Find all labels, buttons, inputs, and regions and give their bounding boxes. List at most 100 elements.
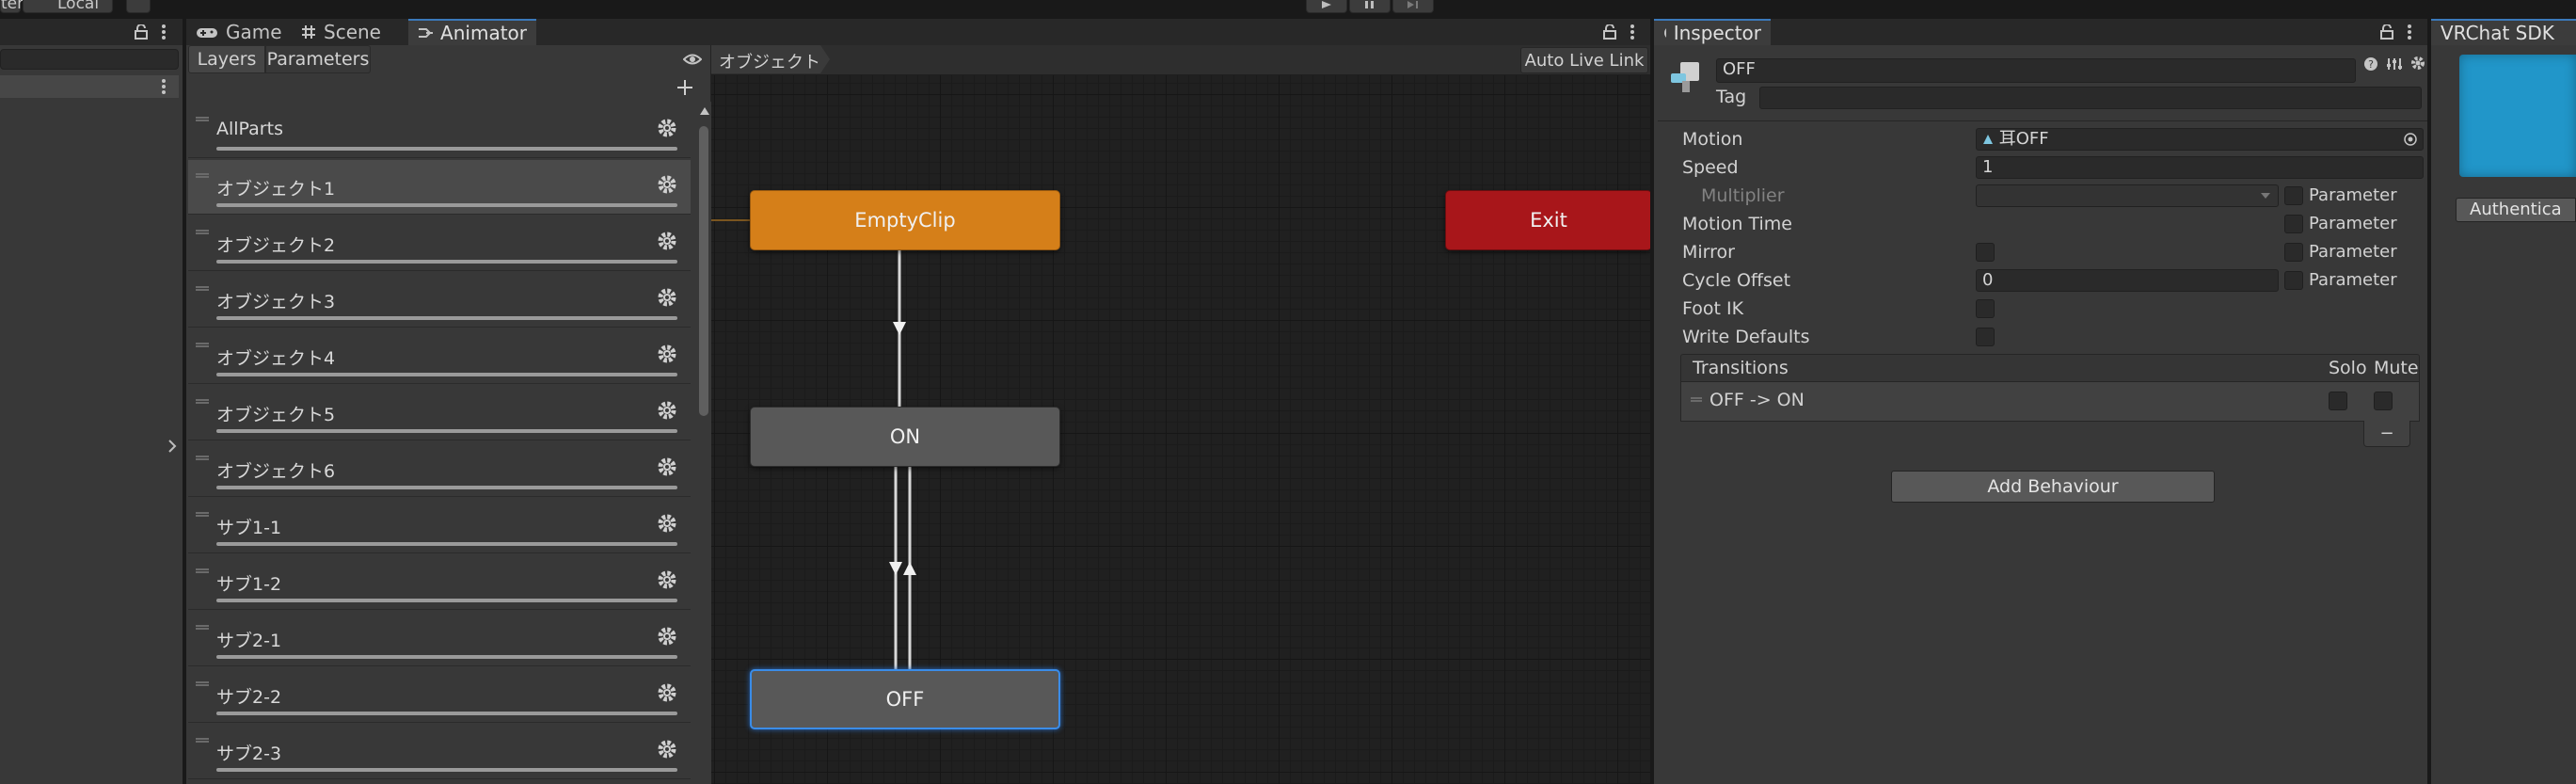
tab-animator[interactable]: Animator <box>408 19 536 45</box>
layer-weight-slider[interactable] <box>216 203 677 207</box>
foot-ik-checkbox[interactable] <box>1976 299 1995 318</box>
layer-weight-slider[interactable] <box>216 260 677 264</box>
layer-settings-gear-icon[interactable] <box>657 344 677 364</box>
layer-weight-slider[interactable] <box>216 712 677 715</box>
toolbar-extra-button[interactable] <box>126 0 151 13</box>
state-off[interactable]: OFF <box>750 669 1060 729</box>
layer-settings-gear-icon[interactable] <box>657 513 677 534</box>
layer-weight-slider[interactable] <box>216 316 677 320</box>
mirror-parameter-checkbox[interactable] <box>2284 243 2303 262</box>
multiplier-parameter-checkbox[interactable] <box>2284 186 2303 205</box>
tab-parameters[interactable]: Parameters <box>265 45 371 73</box>
expand-chevron-icon[interactable] <box>167 439 177 454</box>
layer-item[interactable]: オブジェクト2 <box>188 216 691 271</box>
auto-live-link-button[interactable]: Auto Live Link <box>1520 47 1648 73</box>
breadcrumb-item[interactable]: オブジェクト1 <box>711 45 820 93</box>
layer-settings-gear-icon[interactable] <box>657 569 677 590</box>
layer-item[interactable]: オブジェクト3 <box>188 273 691 328</box>
drag-handle-icon[interactable] <box>196 456 209 460</box>
add-behaviour-button[interactable]: Add Behaviour <box>1891 471 2215 503</box>
tab-vrchat-sdk[interactable]: VRChat SDK <box>2431 19 2576 45</box>
motion-field[interactable]: 耳OFF <box>1976 128 2424 151</box>
layer-weight-slider[interactable] <box>216 373 677 376</box>
lock-icon[interactable] <box>1603 24 1616 40</box>
layer-settings-gear-icon[interactable] <box>657 231 677 251</box>
drag-handle-icon[interactable] <box>196 399 209 404</box>
state-exit[interactable]: Exit <box>1445 190 1652 250</box>
tab-layers[interactable]: Layers <box>188 45 265 73</box>
drag-handle-icon[interactable] <box>196 738 209 743</box>
help-icon[interactable]: ? <box>2363 56 2378 72</box>
write-defaults-checkbox[interactable] <box>1976 328 1995 346</box>
drag-handle-icon[interactable] <box>196 512 209 517</box>
object-name-field[interactable]: OFF <box>1716 58 2356 83</box>
hierarchy-menu-icon[interactable] <box>162 24 166 40</box>
state-emptyclip[interactable]: EmptyClip <box>750 190 1060 250</box>
layer-weight-slider[interactable] <box>216 768 677 772</box>
remove-transition-button[interactable]: − <box>2363 421 2410 447</box>
mirror-checkbox[interactable] <box>1976 243 1995 262</box>
layer-weight-slider[interactable] <box>216 429 677 433</box>
tab-game[interactable]: Game <box>186 19 292 45</box>
tab-scene[interactable]: Scene <box>292 19 390 45</box>
speed-field[interactable]: 1 <box>1976 156 2424 179</box>
object-picker-icon[interactable] <box>2404 133 2417 146</box>
layer-item[interactable]: オブジェクト4 <box>188 329 691 384</box>
animator-menu-icon[interactable] <box>1630 24 1634 40</box>
hierarchy-row-menu-icon[interactable] <box>162 79 166 94</box>
layer-weight-slider[interactable] <box>216 542 677 546</box>
layer-weight-slider[interactable] <box>216 486 677 489</box>
hierarchy-search-input[interactable] <box>0 49 179 70</box>
layer-settings-gear-icon[interactable] <box>657 118 677 138</box>
drag-handle-icon[interactable] <box>196 681 209 686</box>
layer-item[interactable]: オブジェクト1 <box>188 160 691 215</box>
scroll-up-icon[interactable] <box>700 107 709 115</box>
add-layer-icon[interactable] <box>676 79 693 96</box>
lock-icon[interactable] <box>135 24 148 40</box>
inspector-menu-icon[interactable] <box>2408 24 2411 40</box>
layer-settings-gear-icon[interactable] <box>657 739 677 760</box>
authenticate-button[interactable]: Authentica <box>2456 198 2576 222</box>
layer-weight-slider[interactable] <box>216 147 677 151</box>
motion-time-parameter-checkbox[interactable] <box>2284 215 2303 233</box>
layer-settings-gear-icon[interactable] <box>657 626 677 647</box>
mute-checkbox[interactable] <box>2374 392 2393 410</box>
layer-settings-gear-icon[interactable] <box>657 287 677 308</box>
solo-checkbox[interactable] <box>2329 392 2347 410</box>
drag-handle-icon[interactable] <box>196 568 209 573</box>
layer-settings-gear-icon[interactable] <box>657 456 677 477</box>
layer-item[interactable]: サブ2-1 <box>188 612 691 666</box>
drag-handle-icon[interactable] <box>196 230 209 234</box>
tab-inspector[interactable]: Inspector <box>1654 19 1771 45</box>
layer-item[interactable]: サブ2-3 <box>188 725 691 779</box>
drag-handle-icon[interactable] <box>196 173 209 178</box>
lock-icon[interactable] <box>2380 24 2393 40</box>
layer-settings-gear-icon[interactable] <box>657 400 677 421</box>
pause-button[interactable] <box>1349 0 1391 13</box>
settings-gear-icon[interactable] <box>2410 56 2425 71</box>
drag-handle-icon[interactable] <box>196 343 209 347</box>
drag-handle-icon[interactable] <box>1691 397 1702 402</box>
hierarchy-row[interactable] <box>0 75 179 98</box>
state-on[interactable]: ON <box>750 407 1060 467</box>
transition-row[interactable]: OFF -> ON <box>1685 386 2415 416</box>
drag-handle-icon[interactable] <box>196 117 209 121</box>
step-button[interactable] <box>1392 0 1434 13</box>
layer-item[interactable]: オブジェクト5 <box>188 386 691 440</box>
layer-weight-slider[interactable] <box>216 655 677 659</box>
tag-field[interactable] <box>1759 87 2422 109</box>
presets-icon[interactable] <box>2386 56 2403 72</box>
layers-scrollbar[interactable] <box>696 102 711 784</box>
layer-settings-gear-icon[interactable] <box>657 174 677 195</box>
layer-weight-slider[interactable] <box>216 599 677 602</box>
layer-item[interactable]: サブ2-2 <box>188 668 691 723</box>
play-button[interactable] <box>1306 0 1347 13</box>
eye-icon[interactable] <box>683 53 702 66</box>
layer-item[interactable]: サブ1-2 <box>188 555 691 610</box>
cycle-offset-field[interactable]: 0 <box>1976 269 2279 292</box>
layer-item[interactable]: AllParts <box>188 104 691 158</box>
layer-settings-gear-icon[interactable] <box>657 682 677 703</box>
drag-handle-icon[interactable] <box>196 286 209 291</box>
layer-item[interactable]: サブ1-1 <box>188 499 691 553</box>
cycle-offset-parameter-checkbox[interactable] <box>2284 271 2303 290</box>
